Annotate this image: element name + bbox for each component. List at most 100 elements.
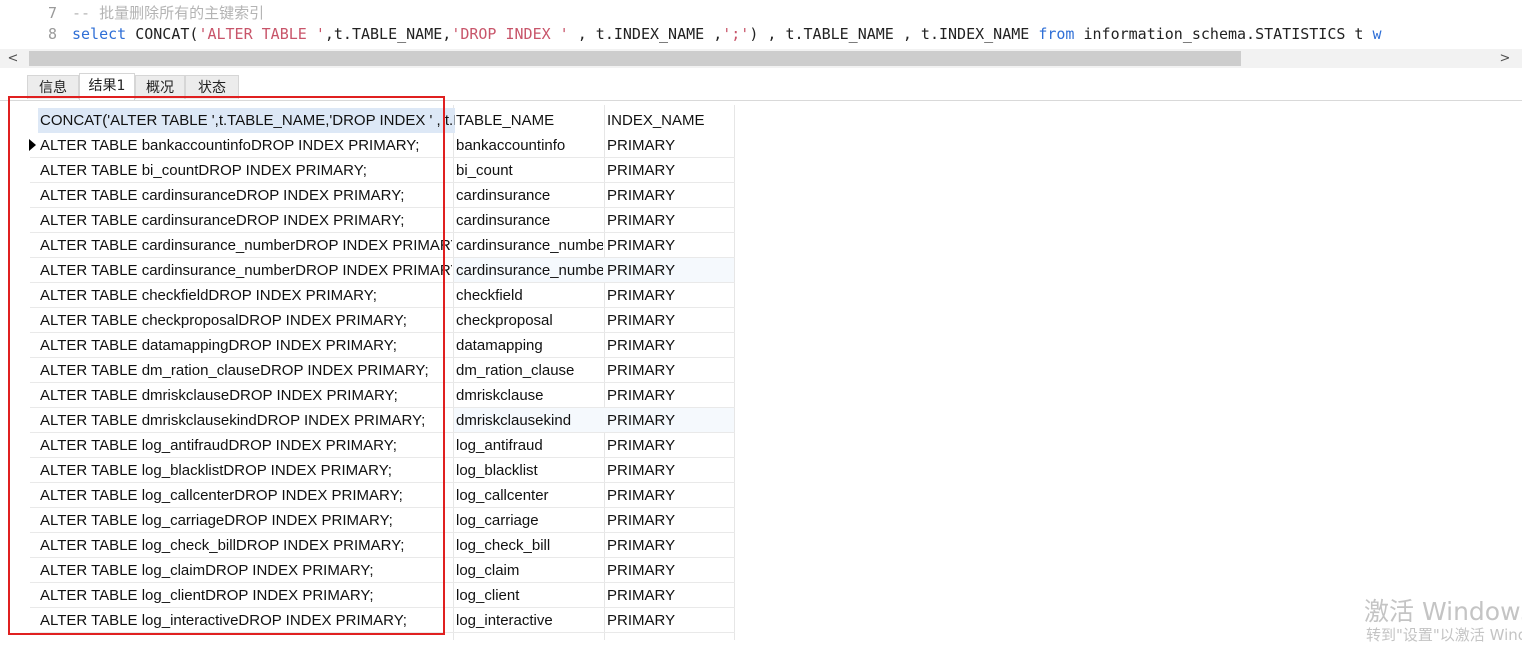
cell-concat[interactable]: ALTER TABLE log_carriageDROP INDEX PRIMA…: [40, 508, 452, 532]
cell-concat[interactable]: ALTER TABLE bankaccountinfoDROP INDEX PR…: [40, 133, 452, 157]
cell-concat[interactable]: ALTER TABLE dmriskclauseDROP INDEX PRIMA…: [40, 383, 452, 407]
cell-table-name[interactable]: datamapping: [456, 333, 603, 357]
column-header-concat[interactable]: CONCAT('ALTER TABLE ',t.TABLE_NAME,'DROP…: [38, 108, 455, 133]
cell-concat[interactable]: ALTER TABLE bi_countDROP INDEX PRIMARY;: [40, 158, 452, 182]
column-header-table-name[interactable]: TABLE_NAME: [456, 108, 602, 133]
cell-index-name[interactable]: PRIMARY: [607, 408, 733, 432]
cell-table-name[interactable]: log_antifraud: [456, 433, 603, 457]
table-row[interactable]: ALTER TABLE log_claimDROP INDEX PRIMARY;…: [0, 558, 735, 583]
tab-info[interactable]: 信息: [27, 75, 79, 99]
sql-editor[interactable]: 7 -- 批量删除所有的主键索引 8 select CONCAT('ALTER …: [0, 0, 1522, 49]
scroll-left-arrow-icon[interactable]: <: [4, 49, 22, 68]
table-row[interactable]: ALTER TABLE log_callcenterDROP INDEX PRI…: [0, 483, 735, 508]
cell-concat[interactable]: ALTER TABLE log_check_billDROP INDEX PRI…: [40, 533, 452, 557]
cell-index-name[interactable]: PRIMARY: [607, 283, 733, 307]
cell-table-name[interactable]: dm_ration_clause: [456, 358, 603, 382]
scroll-right-arrow-icon[interactable]: >: [1496, 49, 1514, 68]
cell-index-name[interactable]: PRIMARY: [607, 158, 733, 182]
cell-concat[interactable]: ALTER TABLE log_callcenterDROP INDEX PRI…: [40, 483, 452, 507]
cell-table-name[interactable]: checkproposal: [456, 308, 603, 332]
sql-token: ';': [722, 25, 750, 43]
cell-table-name[interactable]: bankaccountinfo: [456, 133, 603, 157]
cell-concat[interactable]: ALTER TABLE cardinsurance_numberDROP IND…: [40, 258, 452, 282]
cell-table-name[interactable]: cardinsurance_number: [456, 233, 603, 257]
result-grid[interactable]: CONCAT('ALTER TABLE ',t.TABLE_NAME,'DROP…: [0, 101, 1522, 640]
cell-table-name[interactable]: bi_count: [456, 158, 603, 182]
cell-table-name[interactable]: cardinsurance: [456, 183, 603, 207]
table-row[interactable]: ALTER TABLE bankaccountinfoDROP INDEX PR…: [0, 133, 735, 158]
cell-table-name[interactable]: log_blacklist: [456, 458, 603, 482]
table-row[interactable]: ALTER TABLE cardinsuranceDROP INDEX PRIM…: [0, 183, 735, 208]
table-row[interactable]: ALTER TABLE datamappingDROP INDEX PRIMAR…: [0, 333, 735, 358]
cell-index-name[interactable]: PRIMARY: [607, 533, 733, 557]
table-row[interactable]: ALTER TABLE log_antifraudDROP INDEX PRIM…: [0, 433, 735, 458]
cell-index-name[interactable]: PRIMARY: [607, 233, 733, 257]
cell-index-name[interactable]: PRIMARY: [607, 358, 733, 382]
table-row[interactable]: ALTER TABLE log_check_billDROP INDEX PRI…: [0, 533, 735, 558]
column-header-index-name[interactable]: INDEX_NAME: [607, 108, 733, 133]
table-row[interactable]: ALTER TABLE log_blacklistDROP INDEX PRIM…: [0, 458, 735, 483]
cell-index-name[interactable]: PRIMARY: [607, 258, 733, 282]
table-row[interactable]: ALTER TABLE cardinsuranceDROP INDEX PRIM…: [0, 208, 735, 233]
cell-concat[interactable]: ALTER TABLE cardinsuranceDROP INDEX PRIM…: [40, 208, 452, 232]
scrollbar-thumb[interactable]: [29, 51, 1241, 66]
cell-concat[interactable]: ALTER TABLE log_claimDROP INDEX PRIMARY;: [40, 558, 452, 582]
cell-table-name[interactable]: log_callcenter: [456, 483, 603, 507]
table-row[interactable]: ALTER TABLE dmriskclauseDROP INDEX PRIMA…: [0, 383, 735, 408]
tab-result-1[interactable]: 结果1: [79, 73, 135, 100]
editor-horizontal-scrollbar[interactable]: < >: [0, 49, 1522, 68]
table-row[interactable]: ALTER TABLE checkproposalDROP INDEX PRIM…: [0, 308, 735, 333]
table-row[interactable]: ALTER TABLE log_interactiveDROP INDEX PR…: [0, 608, 735, 633]
cell-table-name[interactable]: log_interactive: [456, 608, 603, 632]
cell-index-name[interactable]: PRIMARY: [607, 458, 733, 482]
table-row[interactable]: ALTER TABLE log_clientDROP INDEX PRIMARY…: [0, 583, 735, 608]
cell-table-name[interactable]: cardinsurance: [456, 208, 603, 232]
table-row[interactable]: ALTER TABLE log_carriageDROP INDEX PRIMA…: [0, 508, 735, 533]
cell-table-name[interactable]: dmriskclausekind: [456, 408, 603, 432]
cell-concat[interactable]: ALTER TABLE checkfieldDROP INDEX PRIMARY…: [40, 283, 452, 307]
cell-index-name[interactable]: PRIMARY: [607, 183, 733, 207]
tab-profile[interactable]: 概况: [135, 75, 185, 99]
cell-concat[interactable]: ALTER TABLE dm_ration_clauseDROP INDEX P…: [40, 358, 452, 382]
sql-statement: select CONCAT('ALTER TABLE ',t.TABLE_NAM…: [72, 23, 1382, 45]
table-row[interactable]: ALTER TABLE checkfieldDROP INDEX PRIMARY…: [0, 283, 735, 308]
cell-index-name[interactable]: PRIMARY: [607, 483, 733, 507]
cell-concat[interactable]: ALTER TABLE log_interactiveDROP INDEX PR…: [40, 608, 452, 632]
cell-index-name[interactable]: PRIMARY: [607, 208, 733, 232]
cell-concat[interactable]: ALTER TABLE dmriskclausekindDROP INDEX P…: [40, 408, 452, 432]
sql-comment: -- 批量删除所有的主键索引: [72, 4, 265, 22]
sql-token: CONCAT(: [126, 25, 199, 43]
cell-concat[interactable]: ALTER TABLE log_clientDROP INDEX PRIMARY…: [40, 583, 452, 607]
cell-concat[interactable]: ALTER TABLE cardinsuranceDROP INDEX PRIM…: [40, 183, 452, 207]
cell-index-name[interactable]: PRIMARY: [607, 583, 733, 607]
cell-concat[interactable]: ALTER TABLE datamappingDROP INDEX PRIMAR…: [40, 333, 452, 357]
cell-table-name[interactable]: log_check_bill: [456, 533, 603, 557]
cell-index-name[interactable]: PRIMARY: [607, 333, 733, 357]
cell-index-name[interactable]: PRIMARY: [607, 608, 733, 632]
cell-table-name[interactable]: log_client: [456, 583, 603, 607]
tab-status[interactable]: 状态: [185, 75, 239, 99]
cell-concat[interactable]: ALTER TABLE log_blacklistDROP INDEX PRIM…: [40, 458, 452, 482]
cell-concat[interactable]: ALTER TABLE checkproposalDROP INDEX PRIM…: [40, 308, 452, 332]
cell-concat[interactable]: ALTER TABLE log_antifraudDROP INDEX PRIM…: [40, 433, 452, 457]
cell-index-name[interactable]: PRIMARY: [607, 308, 733, 332]
result-tabs: 信息 结果1 概况 状态: [0, 68, 1522, 101]
sql-token: , t.INDEX_NAME ,: [568, 25, 723, 43]
cell-index-name[interactable]: PRIMARY: [607, 133, 733, 157]
cell-table-name[interactable]: dmriskclause: [456, 383, 603, 407]
table-row[interactable]: ALTER TABLE bi_countDROP INDEX PRIMARY; b…: [0, 158, 735, 183]
table-row[interactable]: ALTER TABLE dm_ration_clauseDROP INDEX P…: [0, 358, 735, 383]
cell-table-name[interactable]: checkfield: [456, 283, 603, 307]
cell-index-name[interactable]: PRIMARY: [607, 558, 733, 582]
cell-index-name[interactable]: PRIMARY: [607, 508, 733, 532]
cell-table-name[interactable]: log_carriage: [456, 508, 603, 532]
cell-table-name[interactable]: cardinsurance_number: [456, 258, 603, 282]
table-row[interactable]: ALTER TABLE cardinsurance_numberDROP IND…: [0, 233, 735, 258]
table-row[interactable]: ALTER TABLE dmriskclausekindDROP INDEX P…: [0, 408, 735, 433]
windows-activation-subtitle: 转到"设置"以激活 Windows。: [1366, 626, 1522, 644]
cell-concat[interactable]: ALTER TABLE cardinsurance_numberDROP IND…: [40, 233, 452, 257]
cell-index-name[interactable]: PRIMARY: [607, 383, 733, 407]
cell-table-name[interactable]: log_claim: [456, 558, 603, 582]
table-row[interactable]: ALTER TABLE cardinsurance_numberDROP IND…: [0, 258, 735, 283]
cell-index-name[interactable]: PRIMARY: [607, 433, 733, 457]
